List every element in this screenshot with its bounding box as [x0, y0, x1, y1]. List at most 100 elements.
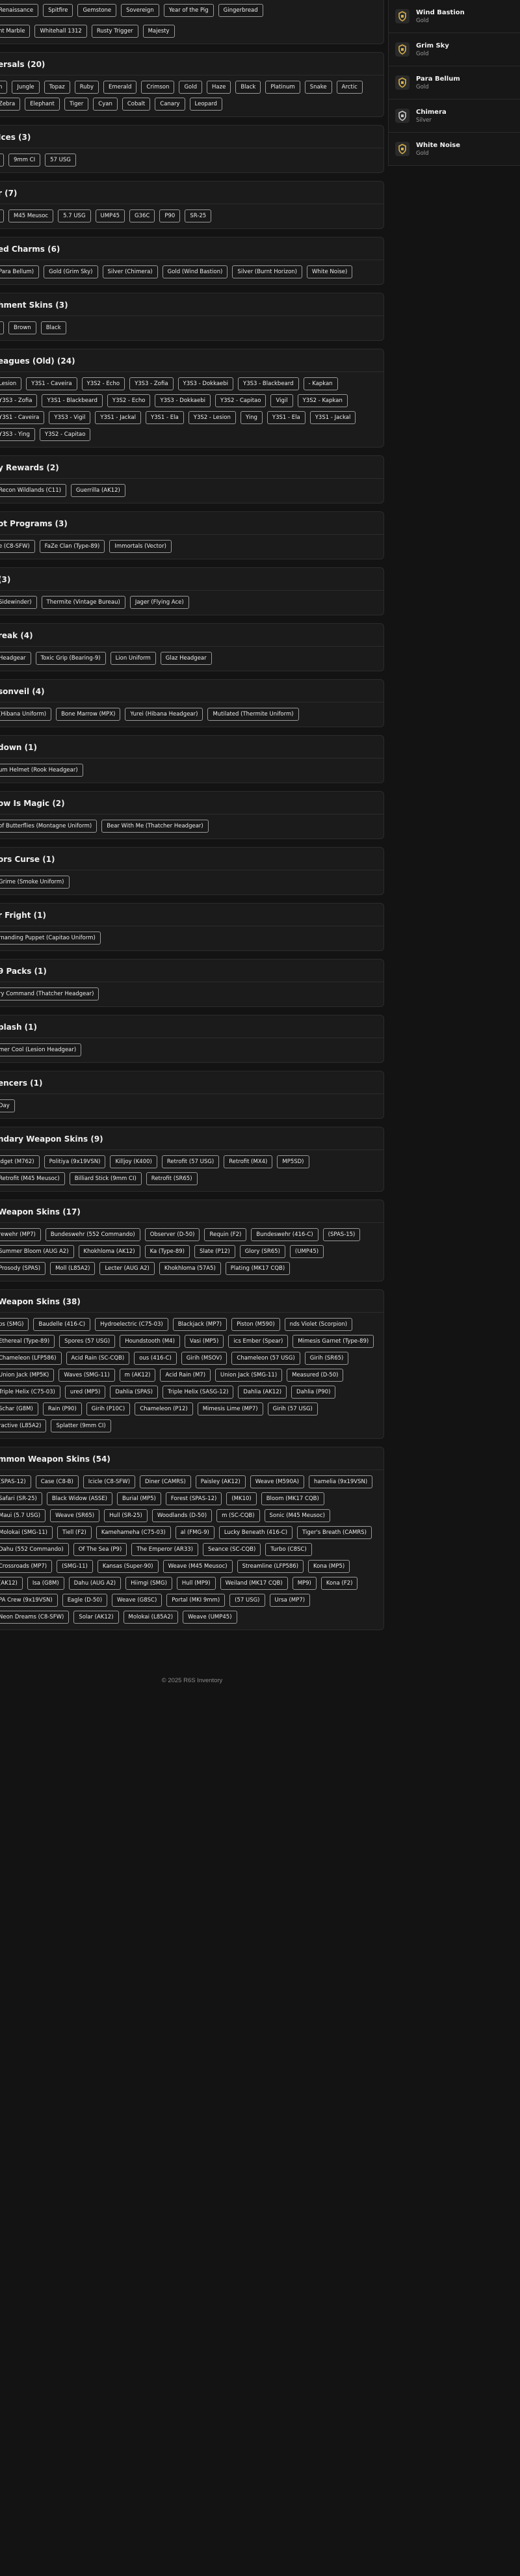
item-chip[interactable]: Y3S3 - Vigil — [49, 411, 91, 424]
charm-item[interactable]: Wind Bastion Gold — [389, 0, 520, 33]
item-chip[interactable]: Schar (G8M) — [0, 1402, 38, 1415]
item-chip[interactable]: Summer Bloom (AUG A2) — [0, 1245, 74, 1258]
item-chip[interactable]: (MK10) — [226, 1492, 257, 1505]
item-chip[interactable]: Forest (SPAS-12) — [165, 1492, 222, 1505]
item-chip[interactable]: Union Jack (MP5K) — [0, 1369, 55, 1382]
item-chip[interactable]: mer Cool (Lesion Headgear) — [0, 1043, 82, 1056]
item-chip[interactable]: Sidewinder) — [0, 596, 37, 609]
item-chip[interactable]: Eagle (D-50) — [62, 1594, 108, 1607]
item-chip[interactable]: Mimesis Garnet (Type-89) — [292, 1335, 374, 1348]
item-chip[interactable]: Acid Rain (M7) — [160, 1369, 211, 1382]
item-chip[interactable]: Renaissance — [0, 4, 39, 17]
item-chip[interactable]: Retrofit (M45 Meusoc) — [0, 1172, 65, 1185]
item-chip[interactable]: Jager (Flying Ace) — [129, 596, 189, 609]
item-chip[interactable]: Rain (P90) — [42, 1402, 82, 1415]
item-chip[interactable]: Lucky Beneath (416-C) — [218, 1526, 293, 1539]
item-chip[interactable]: Y3S3 - Blackbeard — [238, 377, 299, 390]
item-chip[interactable]: Weave (G8SC) — [112, 1594, 162, 1607]
item-chip[interactable]: Zebra — [0, 98, 21, 111]
item-chip[interactable]: Molokai (SMG-11) — [0, 1526, 53, 1539]
item-chip[interactable] — [0, 321, 4, 334]
item-chip[interactable]: Acid Rain (SC-CQB) — [66, 1352, 130, 1365]
item-chip[interactable]: Y3S1 - Blackbeard — [42, 394, 103, 407]
item-chip[interactable]: Paisley (AK12) — [195, 1475, 246, 1488]
item-chip[interactable]: Ethereal (Type-89) — [0, 1335, 55, 1348]
item-chip[interactable]: Y3S3 - Zofia — [129, 377, 174, 390]
item-chip[interactable]: Weave (SR65) — [50, 1509, 100, 1522]
item-chip[interactable]: Sonic (M45 Meusoc) — [264, 1509, 330, 1522]
item-chip[interactable]: Day — [0, 1099, 15, 1112]
item-chip[interactable]: Baudelle (416-C) — [33, 1318, 91, 1331]
item-chip[interactable]: Bloom (MK17 CQB) — [261, 1492, 324, 1505]
item-chip[interactable]: Dahu (552 Commando) — [0, 1543, 69, 1556]
item-chip[interactable]: Y3S2 - Kapkan — [297, 394, 348, 407]
item-chip[interactable]: Splatter (9mm CI) — [51, 1419, 111, 1432]
item-chip[interactable]: Retrofit (MX4) — [224, 1155, 273, 1168]
item-chip[interactable]: Triple Helix (C75-03) — [0, 1386, 60, 1399]
item-chip[interactable]: Chameleon (P12) — [135, 1402, 193, 1415]
item-chip[interactable]: Arctic — [336, 81, 363, 94]
item-chip[interactable]: Leopard — [189, 98, 222, 111]
item-chip[interactable]: Piston (M590) — [231, 1318, 280, 1331]
item-chip[interactable]: m (SC-CQB) — [216, 1509, 260, 1522]
item-chip[interactable]: Sovereign — [121, 4, 159, 17]
item-chip[interactable]: Retrofit (57 USG) — [161, 1155, 220, 1168]
item-chip[interactable]: Bone Marrow (MPX) — [56, 708, 121, 721]
item-chip[interactable]: Y3S2 - Capitao — [39, 428, 91, 441]
item-chip[interactable]: Whitehall 1312 — [34, 25, 87, 38]
item-chip[interactable]: hamelia (9x19VSN) — [309, 1475, 373, 1488]
item-chip[interactable]: Y3S2 - Lesion — [188, 411, 236, 424]
item-chip[interactable] — [0, 154, 4, 167]
item-chip[interactable]: FaZe Clan (Type-89) — [39, 540, 105, 553]
item-chip[interactable]: MP5SD) — [277, 1155, 309, 1168]
item-chip[interactable]: Hull (MP9) — [176, 1577, 216, 1590]
item-chip[interactable]: m (AK12) — [119, 1369, 156, 1382]
item-chip[interactable]: Measured (D-50) — [287, 1369, 344, 1382]
item-chip[interactable]: Streamline (LFP586) — [237, 1560, 304, 1573]
item-chip[interactable]: Kona (MP5) — [308, 1560, 350, 1573]
item-chip[interactable]: Y3S1 - Caveira — [26, 377, 77, 390]
item-chip[interactable]: ps (SMG) — [0, 1318, 29, 1331]
charm-item[interactable]: Para Bellum Gold — [389, 66, 520, 100]
item-chip[interactable]: Moll (L85A2) — [50, 1262, 96, 1275]
item-chip[interactable]: Weave (M590A) — [250, 1475, 304, 1488]
item-chip[interactable]: Solar (AK12) — [73, 1611, 119, 1624]
item-chip[interactable]: - Kapkan — [303, 377, 338, 390]
item-chip[interactable]: Killjoy (K400) — [110, 1155, 157, 1168]
item-chip[interactable]: Thermite (Vintage Bureau) — [41, 596, 125, 609]
item-chip[interactable]: M45 Meusoc — [8, 209, 54, 222]
item-chip[interactable]: White Noise) — [307, 265, 353, 278]
item-chip[interactable]: Majesty — [142, 25, 175, 38]
item-chip[interactable]: Dahu (AUG A2) — [68, 1577, 122, 1590]
item-chip[interactable]: Kona (F2) — [320, 1577, 358, 1590]
item-chip[interactable]: Diner (CAMRS) — [140, 1475, 191, 1488]
item-chip[interactable]: Lesion — [0, 377, 22, 390]
item-chip[interactable]: Y3S1 - Jackal — [95, 411, 141, 424]
item-chip[interactable]: Retrofit (SR65) — [146, 1172, 198, 1185]
item-chip[interactable]: Tiell (F2) — [57, 1526, 92, 1539]
item-chip[interactable]: Safari (SR-25) — [0, 1492, 42, 1505]
item-chip[interactable]: Black — [40, 321, 66, 334]
item-chip[interactable]: Triple Helix (SASG-12) — [162, 1386, 234, 1399]
item-chip[interactable]: al (FMG-9) — [175, 1526, 214, 1539]
item-chip[interactable]: UMP45 — [95, 209, 125, 222]
item-chip[interactable]: ured (MP5) — [64, 1386, 106, 1399]
item-chip[interactable]: Y3S1 - Ela — [266, 411, 306, 424]
item-chip[interactable]: Houndstooth (M4) — [120, 1335, 180, 1348]
item-chip[interactable]: (SPAS-15) — [322, 1228, 361, 1241]
item-chip[interactable]: Grime (Smoke Uniform) — [0, 876, 70, 889]
item-chip[interactable]: Chameleon (57 USG) — [231, 1352, 300, 1365]
item-chip[interactable]: The Emperor (AR33) — [131, 1543, 198, 1556]
item-chip[interactable]: Kamehameha (C75-03) — [96, 1526, 171, 1539]
item-chip[interactable]: Cobalt — [122, 98, 151, 111]
item-chip[interactable]: Girih (MSOV) — [181, 1352, 228, 1365]
item-chip[interactable]: Y3S1 - Jackal — [309, 411, 356, 424]
item-chip[interactable]: Glaz Headgear — [160, 652, 212, 665]
item-chip[interactable]: Jungle — [12, 81, 40, 94]
item-chip[interactable]: Plating (MK17 CQB) — [225, 1262, 291, 1275]
item-chip[interactable]: Emerald — [103, 81, 137, 94]
item-chip[interactable]: Para Bellum) — [0, 265, 40, 278]
item-chip[interactable]: Silver (Burnt Horizon) — [232, 265, 303, 278]
item-chip[interactable]: Kansas (Super-90) — [97, 1560, 159, 1573]
item-chip[interactable]: Vasi (MP5) — [184, 1335, 224, 1348]
